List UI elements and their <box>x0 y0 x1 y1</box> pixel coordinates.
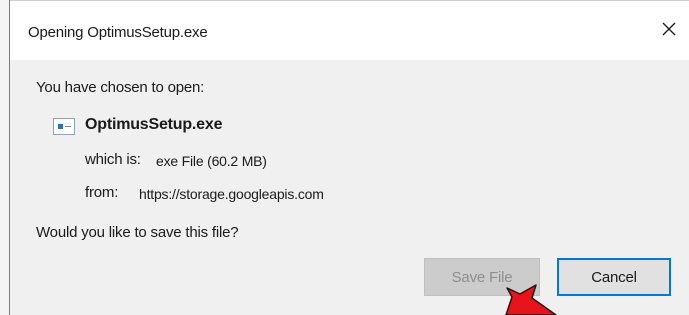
cancel-button[interactable]: Cancel <box>557 258 671 296</box>
file-type-value: exe File (60.2 MB) <box>156 153 267 169</box>
dialog-titlebar: Opening OptimusSetup.exe <box>10 0 689 60</box>
chosen-to-open-label: You have chosen to open: <box>36 79 205 96</box>
file-type-label: which is: <box>85 151 141 168</box>
download-dialog: Opening OptimusSetup.exe You have chosen… <box>9 0 689 315</box>
source-url: https://storage.googleapis.com <box>139 186 324 202</box>
close-icon <box>662 22 676 36</box>
source-label: from: <box>85 184 119 201</box>
cancel-label: Cancel <box>591 268 637 286</box>
pointer-arrow-icon <box>505 284 557 315</box>
close-button[interactable] <box>655 15 683 43</box>
save-file-label: Save File <box>451 268 513 286</box>
dialog-title: Opening OptimusSetup.exe <box>28 24 208 41</box>
file-name: OptimusSetup.exe <box>85 116 223 133</box>
exe-file-icon <box>53 118 75 135</box>
save-question: Would you like to save this file? <box>36 224 239 241</box>
background-window-strip <box>0 0 9 315</box>
